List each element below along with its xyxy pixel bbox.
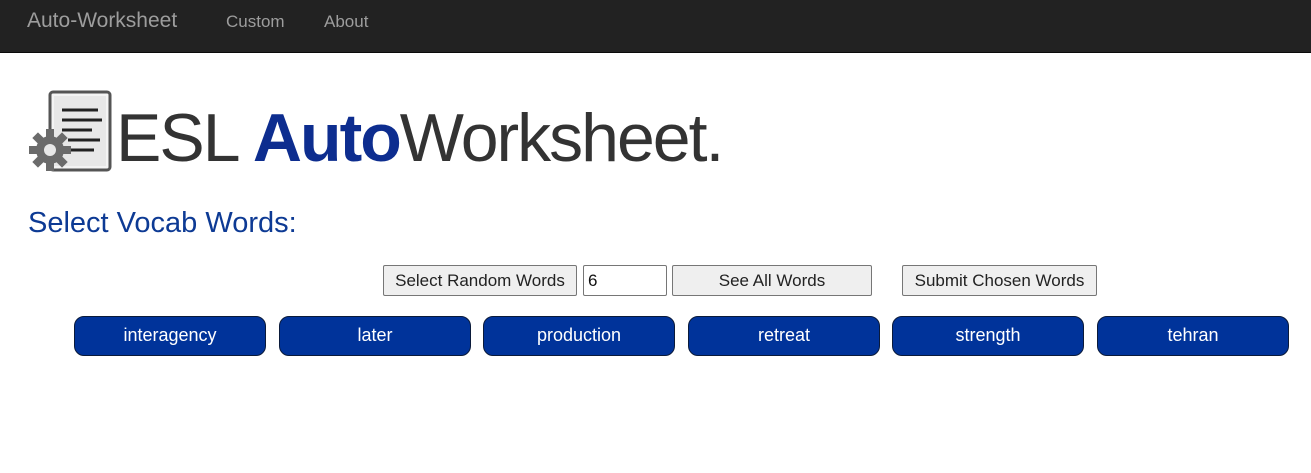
top-navbar: Auto-Worksheet Custom About xyxy=(0,0,1311,53)
word-button-tehran[interactable]: tehran xyxy=(1097,316,1289,356)
word-count-input[interactable] xyxy=(583,265,667,296)
navbar-brand[interactable]: Auto-Worksheet xyxy=(27,9,177,33)
word-button-retreat[interactable]: retreat xyxy=(688,316,880,356)
logo-auto: Auto xyxy=(252,100,402,176)
see-all-words-button[interactable]: See All Words xyxy=(672,265,872,296)
worksheet-gear-icon xyxy=(29,90,112,172)
word-button-production[interactable]: production xyxy=(483,316,675,356)
word-button-interagency[interactable]: interagency xyxy=(74,316,266,356)
select-random-words-button[interactable]: Select Random Words xyxy=(383,265,577,296)
nav-link-about[interactable]: About xyxy=(324,12,368,32)
logo-wordmark: ESL AutoWorksheet. xyxy=(116,100,725,176)
nav-link-custom[interactable]: Custom xyxy=(226,12,285,32)
logo-esl: ESL xyxy=(116,100,238,176)
word-button-strength[interactable]: strength xyxy=(892,316,1084,356)
site-logo: ESL AutoWorksheet. xyxy=(28,88,724,180)
submit-chosen-words-button[interactable]: Submit Chosen Words xyxy=(902,265,1097,296)
word-button-later[interactable]: later xyxy=(279,316,471,356)
logo-worksheet: Worksheet. xyxy=(399,100,725,176)
page-heading: Select Vocab Words: xyxy=(28,207,297,239)
